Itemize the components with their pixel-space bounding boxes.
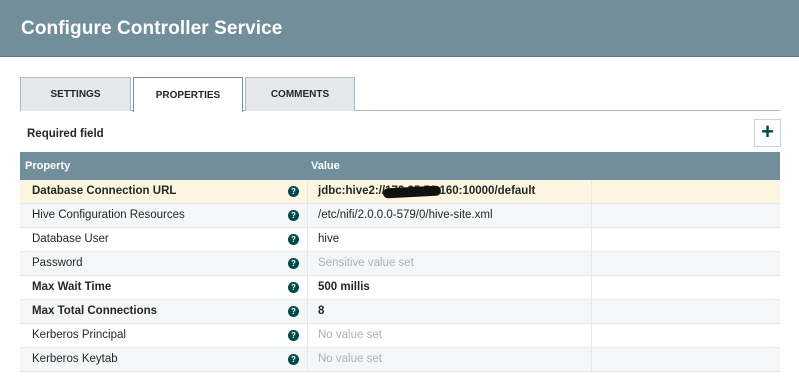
question-icon[interactable]: ? xyxy=(288,210,299,221)
column-divider xyxy=(307,252,308,276)
dialog-title: Configure Controller Service xyxy=(21,18,283,39)
property-name: Hive Configuration Resources xyxy=(32,209,185,221)
question-icon[interactable]: ? xyxy=(288,330,299,341)
question-icon[interactable]: ? xyxy=(288,282,299,293)
property-name: Max Total Connections xyxy=(32,305,158,317)
table-row[interactable]: Hive Configuration Resources? /etc/nifi/2… xyxy=(20,204,780,228)
add-property-button[interactable]: + xyxy=(754,119,781,147)
property-name: Password xyxy=(32,257,83,269)
column-divider xyxy=(307,204,308,228)
column-header-value: Value xyxy=(311,160,340,172)
question-icon[interactable]: ? xyxy=(288,234,299,245)
table-row[interactable]: Max Total Connections? 8 xyxy=(20,300,780,324)
table-header: Property Value xyxy=(20,152,780,180)
property-value[interactable]: No value set xyxy=(318,353,382,365)
table-row[interactable]: Max Wait Time? 500 millis xyxy=(20,276,780,300)
required-field-label: Required field xyxy=(27,128,104,140)
table-row[interactable]: Password? Sensitive value set xyxy=(20,252,780,276)
tab-bar: SETTINGS PROPERTIES COMMENTS xyxy=(20,77,780,112)
properties-table: Property Value Database Connection URL?j… xyxy=(20,152,780,384)
column-header-property: Property xyxy=(25,160,71,172)
question-icon[interactable]: ? xyxy=(288,306,299,317)
column-divider xyxy=(591,300,592,324)
column-divider xyxy=(591,324,592,348)
property-value[interactable]: /etc/nifi/2.0.0.0-579/0/hive-site.xml xyxy=(318,209,493,221)
property-value[interactable]: 8 xyxy=(318,305,324,317)
column-divider xyxy=(591,252,592,276)
dialog-body: SETTINGS PROPERTIES COMMENTS Required fi… xyxy=(0,57,799,384)
property-name: Max Wait Time xyxy=(32,281,112,293)
tab-settings[interactable]: SETTINGS xyxy=(20,77,131,111)
column-divider xyxy=(591,180,592,204)
column-divider xyxy=(307,300,308,324)
table-row[interactable]: Kerberos Keytab? No value set xyxy=(20,348,780,372)
question-icon[interactable]: ? xyxy=(288,258,299,269)
tab-properties[interactable]: PROPERTIES xyxy=(133,77,243,112)
column-divider xyxy=(591,228,592,252)
property-name: Database User xyxy=(32,233,109,245)
property-value[interactable]: No value set xyxy=(318,329,382,341)
column-divider xyxy=(591,276,592,300)
property-value[interactable]: Sensitive value set xyxy=(318,257,414,269)
column-divider xyxy=(591,348,592,372)
column-divider xyxy=(307,180,308,204)
property-value[interactable]: 500 millis xyxy=(318,281,370,293)
column-divider xyxy=(307,324,308,348)
column-divider xyxy=(307,348,308,372)
question-icon[interactable]: ? xyxy=(288,354,299,365)
property-name: Kerberos Principal xyxy=(32,329,126,341)
table-row[interactable]: Kerberos Principal? No value set xyxy=(20,324,780,348)
property-name: Kerberos Keytab xyxy=(32,353,118,365)
column-divider xyxy=(307,276,308,300)
property-value[interactable]: hive xyxy=(318,233,339,245)
dialog-header: Configure Controller Service xyxy=(0,0,799,57)
tab-comments[interactable]: COMMENTS xyxy=(245,77,355,111)
question-icon[interactable]: ? xyxy=(288,186,299,197)
column-divider xyxy=(307,228,308,252)
property-name: Database Connection URL xyxy=(32,185,177,197)
column-divider xyxy=(591,204,592,228)
table-row[interactable]: Database Connection URL?jdbc:hive2://172… xyxy=(20,180,780,204)
plus-icon: + xyxy=(761,119,774,144)
table-row[interactable]: Database User? hive xyxy=(20,228,780,252)
